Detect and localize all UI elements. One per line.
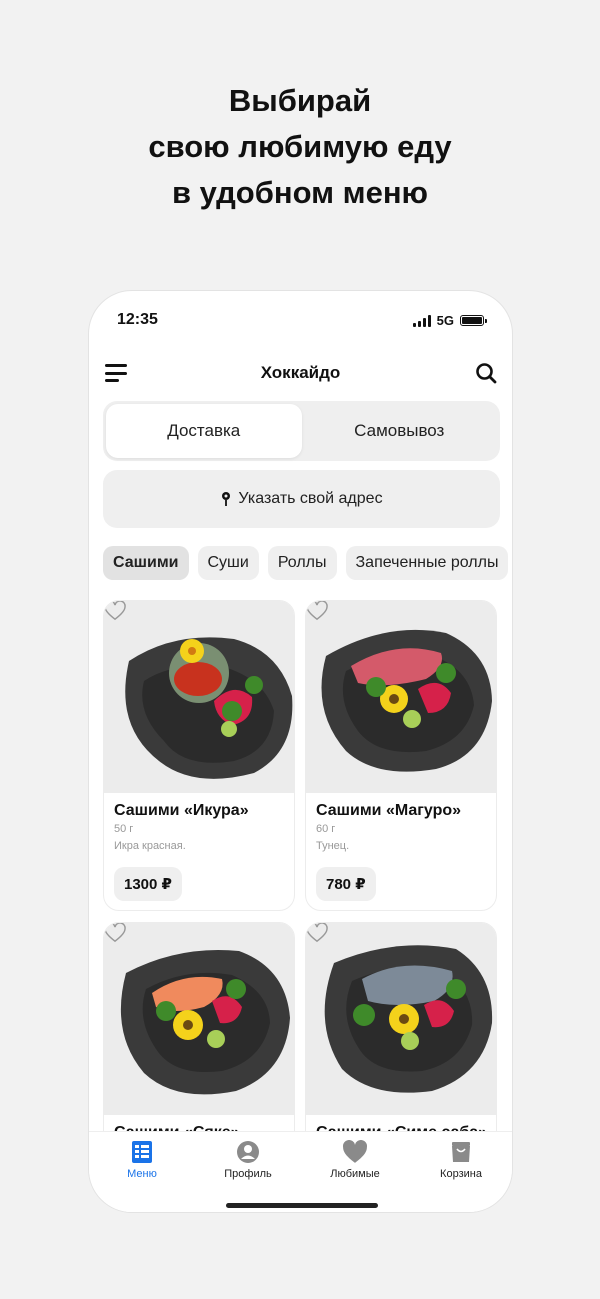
tab-favorites[interactable]: Любимые	[315, 1140, 395, 1180]
product-name: Сашими «Магуро»	[316, 802, 462, 819]
product-description: Тунец.	[316, 840, 350, 852]
product-image	[306, 923, 496, 1115]
profile-icon	[237, 1141, 259, 1163]
product-name: Сашими «Икура»	[114, 802, 249, 819]
menu-book-icon	[132, 1141, 152, 1163]
phone-frame: 12:35 5G Хоккайдо Доставка Самовывоз Ука…	[88, 290, 513, 1213]
pickup-option[interactable]: Самовывоз	[302, 404, 498, 458]
favorite-heart-icon[interactable]	[306, 923, 328, 943]
home-indicator	[226, 1203, 378, 1208]
category-chip-sushi[interactable]: Суши	[197, 546, 259, 580]
product-card[interactable]: Сашими «Икура» 50 г Икра красная. 1300 ₽	[103, 600, 295, 911]
network-type: 5G	[436, 313, 454, 328]
tab-label: Корзина	[440, 1168, 482, 1180]
headline-line-1: Выбирай	[228, 83, 372, 118]
category-chip-rolls[interactable]: Роллы	[267, 546, 337, 580]
tab-menu[interactable]: Меню	[102, 1140, 182, 1180]
status-icons: 5G	[412, 313, 487, 328]
product-weight: 50 г	[114, 823, 134, 835]
headline-line-2: свою любимую еду	[148, 129, 452, 164]
tab-label: Меню	[127, 1168, 157, 1180]
product-image	[306, 601, 496, 793]
favorite-heart-icon[interactable]	[104, 923, 126, 943]
address-button[interactable]: Указать свой адрес	[103, 470, 500, 528]
product-weight: 60 г	[316, 823, 336, 835]
delivery-option[interactable]: Доставка	[106, 404, 302, 458]
bottom-tab-bar: Меню Профиль Любимые Корзина	[89, 1131, 512, 1212]
top-navbar: Хоккайдо	[89, 355, 512, 393]
status-bar: 12:35 5G	[89, 291, 512, 349]
category-chip-baked-rolls[interactable]: Запеченные роллы	[345, 546, 509, 580]
address-label: Указать свой адрес	[238, 490, 383, 507]
tab-profile[interactable]: Профиль	[208, 1140, 288, 1180]
category-chip-sashimi[interactable]: Сашими	[103, 546, 189, 580]
bag-icon	[452, 1142, 470, 1162]
favorite-heart-icon[interactable]	[104, 601, 126, 621]
signal-icon	[412, 314, 431, 327]
favorite-heart-icon[interactable]	[306, 601, 328, 621]
tab-label: Профиль	[224, 1168, 272, 1180]
headline-line-3: в удобном меню	[171, 175, 429, 210]
tab-label: Любимые	[330, 1168, 380, 1180]
promo-headline: Выбирай свою любимую еду в удобном меню	[0, 78, 600, 216]
location-pin-icon	[222, 492, 231, 506]
page-title: Хоккайдо	[260, 363, 341, 382]
category-tabs: Сашими Суши Роллы Запеченные роллы	[103, 546, 509, 580]
battery-icon	[460, 315, 487, 326]
status-time: 12:35	[117, 311, 158, 328]
product-image	[104, 923, 294, 1115]
product-card[interactable]: Сашими «Магуро» 60 г Тунец. 780 ₽	[305, 600, 497, 911]
search-icon[interactable]	[474, 361, 498, 385]
heart-icon	[343, 1140, 367, 1163]
tab-cart[interactable]: Корзина	[421, 1140, 501, 1180]
price-button[interactable]: 780 ₽	[316, 867, 376, 901]
product-description: Икра красная.	[114, 840, 186, 852]
product-image	[104, 601, 294, 793]
delivery-toggle: Доставка Самовывоз	[103, 401, 500, 461]
price-button[interactable]: 1300 ₽	[114, 867, 182, 901]
